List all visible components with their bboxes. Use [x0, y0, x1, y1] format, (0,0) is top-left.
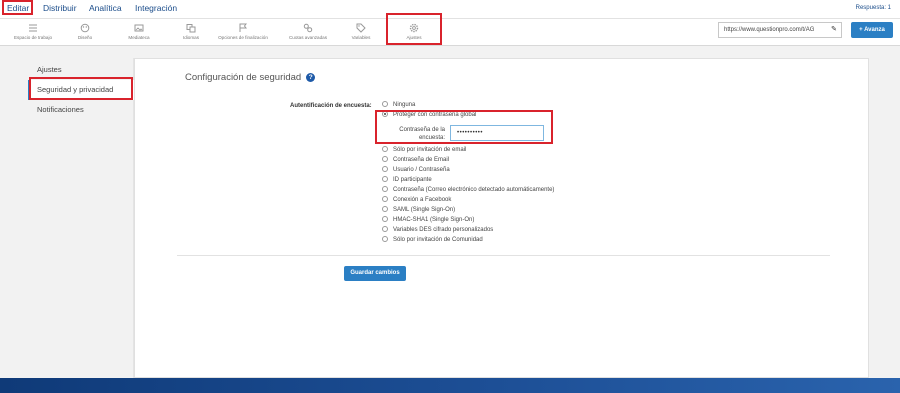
toolbar-mediateca[interactable]: Mediateca — [109, 20, 169, 46]
radio-circle[interactable] — [382, 226, 388, 232]
radio-label: Contraseña (Correo electrónico detectado… — [393, 187, 555, 193]
avanza-button[interactable]: + Avanza — [851, 22, 893, 38]
pencil-icon[interactable]: ✎ — [831, 23, 837, 37]
radio-label: Sólo por invitación de Comunidad — [393, 237, 483, 243]
workspace-icon — [3, 20, 63, 35]
settings-sidebar: Ajustes Seguridad y privacidad Notificac… — [28, 58, 134, 378]
radio-option[interactable]: Ninguna — [382, 100, 415, 110]
toolbar-variables[interactable]: Variables — [331, 20, 391, 46]
toolbar-label: Opciones de finalización — [218, 35, 268, 40]
radio-option[interactable]: Usuario / Contraseña — [382, 165, 450, 175]
translate-icon — [161, 20, 221, 35]
tab-distribuir[interactable]: Distribuir — [43, 3, 77, 13]
radio-label: Ninguna — [393, 102, 416, 108]
radio-circle[interactable] — [382, 186, 388, 192]
highlight-box-ajustes — [386, 13, 442, 45]
toolbar-label: Idiomas — [182, 35, 200, 40]
radio-option[interactable]: Sólo por invitación de Comunidad — [382, 235, 483, 245]
toolbar-design[interactable]: Diseño — [55, 20, 115, 46]
section-divider — [177, 255, 830, 256]
sidebar-item-notificaciones[interactable]: Notificaciones — [28, 100, 134, 120]
toolbar-cuotas[interactable]: Cuotas avanzadas — [278, 20, 338, 46]
radio-circle[interactable] — [382, 206, 388, 212]
response-count: Respuesta: 1 — [855, 5, 891, 11]
radio-option[interactable]: Variables DES cifrado personalizados — [382, 225, 493, 235]
radio-option[interactable]: Sólo por invitación de email — [382, 145, 466, 155]
radio-label: Sólo por invitación de email — [393, 147, 467, 153]
tag-icon — [331, 20, 391, 35]
highlight-box-password — [375, 110, 553, 144]
radio-option[interactable]: Contraseña (Correo electrónico detectado… — [382, 185, 554, 195]
radio-option[interactable]: ID participante — [382, 175, 432, 185]
tab-integracion[interactable]: Integración — [135, 3, 177, 13]
radio-label: Variables DES cifrado personalizados — [393, 227, 494, 233]
page-title-text: Configuración de seguridad — [185, 72, 302, 83]
radio-option[interactable]: HMAC-SHA1 (Single Sign-On) — [382, 215, 474, 225]
radio-label: HMAC-SHA1 (Single Sign-On) — [393, 217, 475, 223]
auth-label: Autentificación de encuesta: — [290, 103, 372, 109]
survey-url-text: https://www.questionpro.com/t/AG — [724, 27, 815, 33]
radio-option[interactable]: Contraseña de Email — [382, 155, 449, 165]
link-icon — [278, 20, 338, 35]
radio-option[interactable]: SAML (Single Sign-On) — [382, 205, 455, 215]
radio-option[interactable]: Conexión a Facebook — [382, 195, 451, 205]
survey-url-field[interactable]: https://www.questionpro.com/t/AG ✎ — [718, 22, 842, 38]
toolbar-finalizacion[interactable]: Opciones de finalización — [213, 20, 273, 46]
flag-icon — [213, 20, 273, 35]
help-icon[interactable]: ? — [306, 73, 316, 82]
radio-circle[interactable] — [382, 146, 388, 152]
radio-label: ID participante — [393, 177, 432, 183]
toolbar-label: Mediateca — [128, 35, 150, 40]
radio-circle[interactable] — [382, 101, 388, 107]
toolbar-label: Diseño — [77, 35, 93, 40]
toolbar-label: Variables — [351, 35, 371, 40]
radio-circle[interactable] — [382, 216, 388, 222]
toolbar-workspace[interactable]: Espacio de trabajo — [3, 20, 63, 46]
page-title: Configuración de seguridad? — [185, 72, 316, 83]
radio-circle[interactable] — [382, 156, 388, 162]
tab-analitica[interactable]: Analítica — [89, 3, 122, 13]
radio-label: Usuario / Contraseña — [393, 167, 450, 173]
toolbar-label: Cuotas avanzadas — [288, 35, 328, 40]
highlight-box-editar — [2, 0, 33, 15]
radio-circle[interactable] — [382, 166, 388, 172]
image-icon — [109, 20, 169, 35]
radio-circle[interactable] — [382, 236, 388, 242]
radio-circle[interactable] — [382, 196, 388, 202]
security-settings-panel: Configuración de seguridad? Autentificac… — [134, 58, 869, 378]
radio-label: SAML (Single Sign-On) — [393, 207, 456, 213]
radio-label: Conexión a Facebook — [393, 197, 452, 203]
palette-icon — [55, 20, 115, 35]
bottom-band — [0, 378, 900, 393]
highlight-box-seguridad — [29, 77, 133, 100]
radio-label: Contraseña de Email — [393, 157, 450, 163]
top-nav: Editar Distribuir Analítica Integración … — [0, 0, 900, 18]
save-changes-button[interactable]: Guardar cambios — [344, 266, 406, 281]
toolbar-label: Espacio de trabajo — [13, 35, 53, 40]
radio-circle[interactable] — [382, 176, 388, 182]
toolbar-idiomas[interactable]: Idiomas — [161, 20, 221, 46]
